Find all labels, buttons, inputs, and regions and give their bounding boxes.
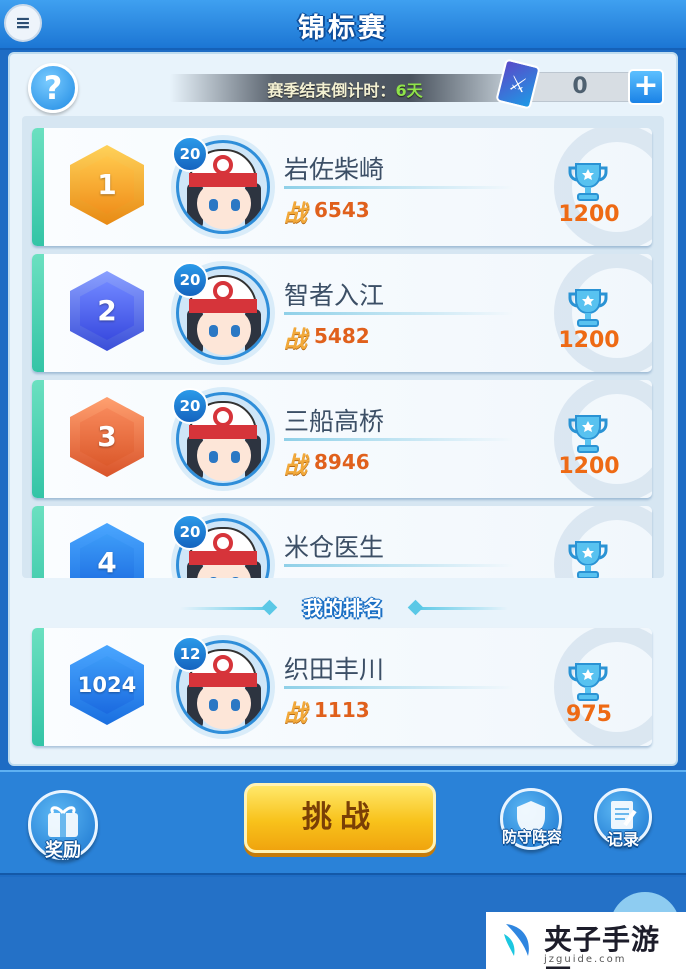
name-underline <box>284 186 514 189</box>
name-underline <box>284 686 514 689</box>
menu-button[interactable]: ≡ <box>4 4 42 42</box>
player-name: 织田丰川 <box>284 655 385 684</box>
player-name: 岩佐柴崎 <box>284 155 385 184</box>
rank-number: 4 <box>97 546 117 578</box>
challenge-button[interactable]: 挑战 <box>244 783 436 853</box>
trophy-icon <box>568 415 608 453</box>
trophy-icon <box>568 663 608 701</box>
row-stripe <box>32 254 44 372</box>
rank-number: 3 <box>97 420 117 453</box>
power-icon: 战 <box>284 701 307 727</box>
rank-number: 2 <box>97 294 117 327</box>
rank-badge-blue: 4 <box>70 523 144 578</box>
level-badge: 20 <box>172 514 208 550</box>
trophy-icon <box>568 163 608 201</box>
records-label: 记录 <box>606 830 639 849</box>
row-stripe <box>32 506 44 578</box>
rank-badge-bronze: 3 <box>70 397 144 477</box>
countdown-label: 赛季结束倒计时： <box>267 81 396 100</box>
leaderboard-row[interactable]: 1 20 岩佐柴崎 战 6543 1200 <box>32 128 652 246</box>
player-name: 智者入江 <box>284 281 385 310</box>
rank-badge-silver: 2 <box>70 271 144 351</box>
add-ticket-button[interactable]: + <box>628 69 664 105</box>
ticket-count: 0 <box>572 74 588 99</box>
name-underline <box>284 312 514 315</box>
power-icon: 战 <box>284 327 307 353</box>
site-logo-icon <box>504 924 529 956</box>
level-badge: 20 <box>172 388 208 424</box>
power-value: 8946 <box>314 450 370 474</box>
site-url: jzguide.com <box>544 954 627 965</box>
menu-icon: ≡ <box>15 12 31 34</box>
trophy-score: 975 <box>566 702 612 727</box>
player-name: 三船高桥 <box>284 407 385 436</box>
power-icon: 战 <box>284 201 307 227</box>
trophy-score: 1200 <box>558 202 620 227</box>
rank-number: 1 <box>97 168 117 201</box>
rank-number: 1024 <box>77 673 137 697</box>
page-title: 锦标赛 <box>298 13 388 44</box>
help-button[interactable]: ? <box>28 63 78 113</box>
name-underline <box>284 564 514 567</box>
trophy-icon <box>568 541 608 578</box>
leaderboard-row[interactable]: 3 20 三船高桥 战 8946 1200 <box>32 380 652 498</box>
trophy-score: 1200 <box>558 328 620 353</box>
leaderboard-row[interactable]: 2 20 智者入江 战 5482 1200 <box>32 254 652 372</box>
rewards-label: 奖励 <box>45 840 81 861</box>
season-countdown: 赛季结束倒计时：6天 <box>180 77 510 101</box>
name-underline <box>284 438 514 441</box>
level-badge: 12 <box>172 636 208 672</box>
row-stripe <box>32 628 44 746</box>
rank-badge-blue: 1024 <box>70 645 144 725</box>
rank-badge-gold: 1 <box>70 145 144 225</box>
power-value: 5482 <box>314 324 370 348</box>
my-rank-row[interactable]: 1024 12 织田丰川 战 1113 975 <box>32 628 652 746</box>
row-stripe <box>32 128 44 246</box>
level-badge: 20 <box>172 262 208 298</box>
defense-lineup-label: 防守阵容 <box>501 828 562 846</box>
power-icon: 战 <box>284 453 307 479</box>
power-value: 6543 <box>314 198 370 222</box>
leaderboard-row[interactable]: 4 20 米仓医生 <box>32 506 652 578</box>
row-stripe <box>32 380 44 498</box>
leaderboard-list[interactable]: 1 20 岩佐柴崎 战 6543 1200 2 20 智者入江 战 5482 1… <box>22 116 664 578</box>
player-name: 米仓医生 <box>284 533 385 562</box>
power-value: 1113 <box>314 698 370 722</box>
trophy-score: 1200 <box>558 454 620 479</box>
level-badge: 20 <box>172 136 208 172</box>
trophy-icon <box>568 289 608 327</box>
countdown-days: 6天 <box>395 81 423 100</box>
my-rank-title: 我的排名 <box>303 596 383 620</box>
